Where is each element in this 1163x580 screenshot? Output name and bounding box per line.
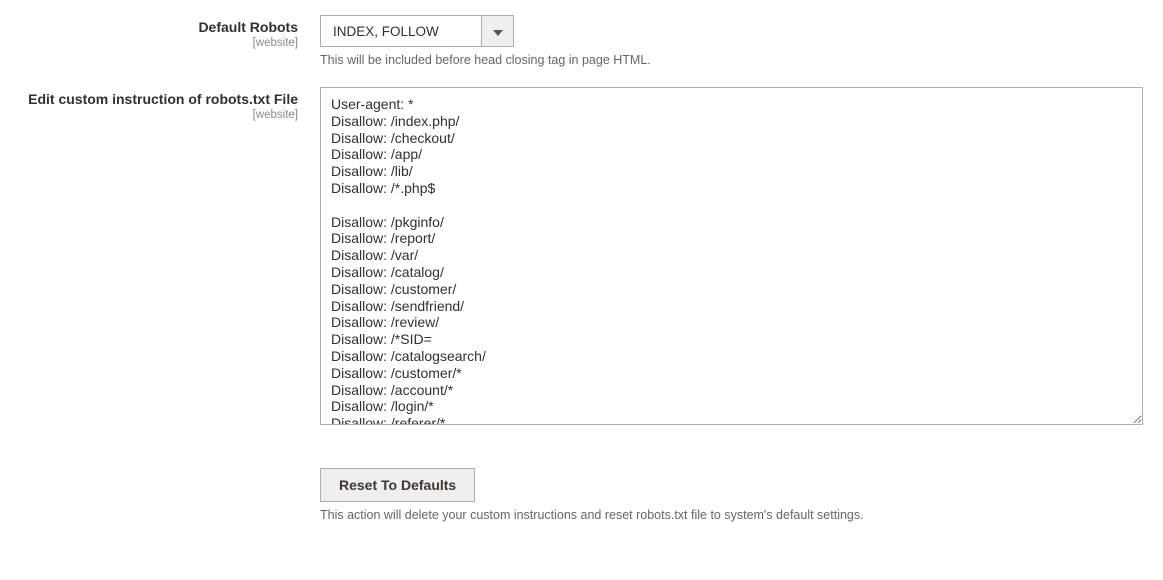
reset-to-defaults-button[interactable]: Reset To Defaults [320, 468, 475, 502]
default-robots-label-col: Default Robots [website] [20, 15, 320, 49]
custom-robots-label: Edit custom instruction of robots.txt Fi… [20, 90, 298, 108]
custom-robots-control-col [320, 87, 1143, 428]
default-robots-select[interactable]: INDEX, FOLLOW [320, 15, 514, 47]
default-robots-row: Default Robots [website] INDEX, FOLLOW T… [20, 15, 1143, 67]
custom-robots-textarea[interactable] [320, 87, 1143, 425]
custom-robots-scope: [website] [20, 109, 298, 121]
reset-row: Reset To Defaults This action will delet… [20, 448, 1143, 522]
reset-label-col [20, 448, 320, 451]
default-robots-help: This will be included before head closin… [320, 53, 1143, 67]
default-robots-scope: [website] [20, 37, 298, 49]
default-robots-label: Default Robots [20, 18, 298, 36]
custom-robots-row: Edit custom instruction of robots.txt Fi… [20, 87, 1143, 428]
reset-control-col: Reset To Defaults This action will delet… [320, 448, 1143, 522]
chevron-down-icon [493, 24, 503, 39]
default-robots-control-col: INDEX, FOLLOW This will be included befo… [320, 15, 1143, 67]
default-robots-dropdown-button[interactable] [481, 16, 513, 46]
custom-robots-label-col: Edit custom instruction of robots.txt Fi… [20, 87, 320, 121]
reset-help: This action will delete your custom inst… [320, 508, 1143, 522]
default-robots-value: INDEX, FOLLOW [321, 16, 481, 46]
